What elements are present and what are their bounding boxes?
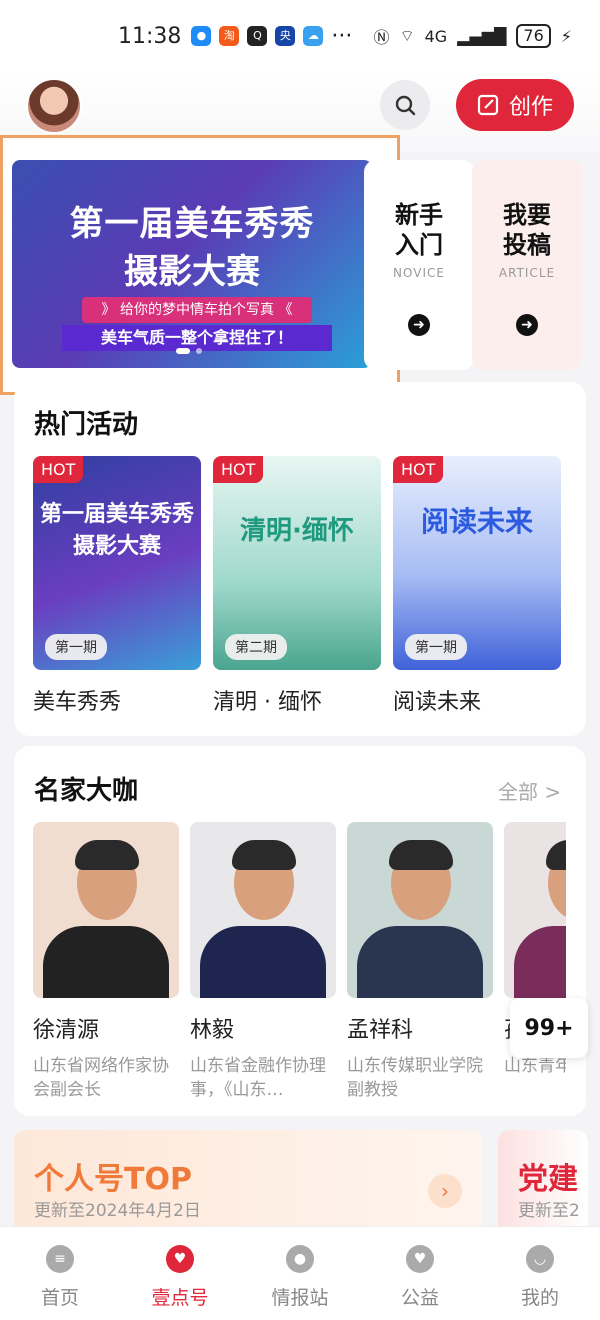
novice-title: 新手 入门 xyxy=(395,201,443,259)
party-building-card[interactable]: 党建 更新至2 xyxy=(498,1130,588,1240)
nav-home[interactable]: ≡ 首页 xyxy=(0,1227,120,1320)
wifi-icon: ⌔ xyxy=(399,26,415,45)
arrow-right-icon: ➜ xyxy=(516,314,538,336)
nav-label: 我的 xyxy=(520,1287,559,1309)
episode-badge: 第一期 xyxy=(45,634,107,660)
carousel-dot-active xyxy=(176,348,190,354)
unread-count-badge[interactable]: 99+ xyxy=(510,998,588,1058)
weather-app-icon: ☁ xyxy=(303,26,324,46)
nav-profile[interactable]: ◡ 我的 xyxy=(480,1227,600,1320)
activity-name: 美车秀秀 xyxy=(33,690,122,715)
carousel-dot xyxy=(196,348,202,354)
episode-badge: 第二期 xyxy=(225,634,287,660)
expert-desc: 山东省金融作协理事，《山东… xyxy=(190,1056,326,1100)
nav-label: 首页 xyxy=(40,1287,79,1309)
expert-desc: 山东传媒职业学院副教授 xyxy=(347,1056,483,1100)
activity-card-reading[interactable]: 阅读未来 HOT 第一期 阅读未来 xyxy=(393,456,561,716)
episode-badge: 第一期 xyxy=(405,634,467,660)
status-time: 11:38 xyxy=(118,23,182,49)
activity-card-car[interactable]: 第一届美车秀秀 摄影大赛 HOT 第一期 美车秀秀 xyxy=(33,456,201,716)
activity-name: 阅读未来 xyxy=(393,690,482,715)
article-subtitle: ARTICLE xyxy=(498,266,556,280)
expert-name: 徐清源 xyxy=(33,1018,100,1043)
banner-carousel[interactable]: 第一届美车秀秀 摄影大赛 》 给你的梦中情车拍个写真 《 美车气质一整个拿捏住了… xyxy=(12,160,372,368)
activity-name: 清明 · 缅怀 xyxy=(213,690,322,715)
party-building-subtitle: 更新至2 xyxy=(518,1201,580,1221)
view-all-experts-link[interactable]: 全部 > xyxy=(498,776,561,805)
search-button[interactable] xyxy=(380,80,430,130)
expert-card[interactable]: 孟祥科 山东传媒职业学院副教授 xyxy=(347,822,493,1102)
expert-photo xyxy=(504,822,566,998)
banner-title-line1: 第一届美车秀秀 xyxy=(69,204,315,244)
party-building-title: 党建 xyxy=(518,1162,578,1197)
expert-card[interactable]: 徐清源 山东省网络作家协会副会长 xyxy=(33,822,179,1102)
nav-intel-station[interactable]: ● 情报站 xyxy=(240,1227,360,1320)
article-entry[interactable]: 我要 投稿 ARTICLE ➜ xyxy=(472,160,582,370)
qq-app-icon: Q xyxy=(247,26,268,46)
taobao-app-icon: 淘 xyxy=(219,26,240,46)
hot-badge: HOT xyxy=(213,456,264,483)
nfc-icon: Ⓝ xyxy=(373,28,390,47)
experts-title: 名家大咖 xyxy=(34,776,139,806)
nav-yidianhao[interactable]: ♥ 壹点号 xyxy=(120,1227,240,1320)
nav-label: 情报站 xyxy=(271,1287,329,1309)
expert-photo xyxy=(190,822,336,998)
personal-top-card[interactable]: 个人号TOP 更新至2024年4月2日 › xyxy=(14,1130,482,1240)
battery-level: 76 xyxy=(516,24,551,48)
activity-image-text: 清明·缅怀 xyxy=(240,516,354,546)
hot-badge: HOT xyxy=(393,456,444,483)
activity-image: 阅读未来 HOT 第一期 xyxy=(393,456,561,670)
banner-title-line2: 摄影大赛 xyxy=(124,252,260,292)
banner-tagline1: 》 给你的梦中情车拍个写真 《 xyxy=(82,297,312,323)
activity-image-text: 阅读未来 xyxy=(420,505,533,538)
edit-icon xyxy=(477,94,499,116)
activity-image: 清明·缅怀 HOT 第二期 xyxy=(213,456,381,670)
status-bar: 11:38 ● 淘 Q 央 ☁ ··· Ⓝ ⌔ 4G ▂▄▆█ 76 ⚡ xyxy=(0,0,600,72)
hot-activities-title: 热门活动 xyxy=(34,410,139,440)
article-title: 我要 投稿 xyxy=(503,201,551,259)
network-type: 4G xyxy=(424,26,448,46)
expert-desc: 山东省网络作家协会副会长 xyxy=(33,1056,169,1100)
news-app-icon: 央 xyxy=(275,26,296,46)
bottom-nav: ≡ 首页 ♥ 壹点号 ● 情报站 ♥ 公益 ◡ 我的 xyxy=(0,1226,600,1320)
charging-icon: ⚡ xyxy=(560,26,572,46)
nav-label: 公益 xyxy=(400,1287,439,1309)
activity-card-qingming[interactable]: 清明·缅怀 HOT 第二期 清明 · 缅怀 xyxy=(213,456,381,716)
message-app-icon: ● xyxy=(191,26,212,46)
personal-top-subtitle: 更新至2024年4月2日 xyxy=(34,1201,201,1221)
nav-label: 壹点号 xyxy=(151,1287,209,1309)
create-button[interactable]: 创作 xyxy=(456,79,574,131)
signal-icon: ▂▄▆█ xyxy=(457,26,507,46)
search-icon xyxy=(395,95,416,116)
profile-icon: ◡ xyxy=(526,1245,554,1273)
arrow-right-icon: ➜ xyxy=(408,314,430,336)
expert-photo xyxy=(33,822,179,998)
expert-photo xyxy=(347,822,493,998)
carousel-dots xyxy=(176,348,202,354)
activity-image-text: 第一届美车秀秀 摄影大赛 xyxy=(39,502,194,559)
home-icon: ≡ xyxy=(46,1245,74,1273)
more-notifications-icon: ··· xyxy=(331,23,353,49)
hot-badge: HOT xyxy=(33,456,84,483)
expert-name: 林毅 xyxy=(190,1018,235,1043)
yidianhao-icon: ♥ xyxy=(166,1245,194,1273)
create-label: 创作 xyxy=(508,95,553,120)
user-avatar[interactable] xyxy=(26,78,82,134)
expert-card[interactable]: 林毅 山东省金融作协理事，《山东… xyxy=(190,822,336,1102)
personal-top-title: 个人号TOP xyxy=(34,1162,192,1197)
novice-entry[interactable]: 新手 入门 NOVICE ➜ xyxy=(364,160,474,370)
chevron-right-icon[interactable]: › xyxy=(428,1174,462,1208)
expert-name: 孟祥科 xyxy=(347,1018,414,1043)
activity-image: 第一届美车秀秀 摄影大赛 HOT 第一期 xyxy=(33,456,201,670)
novice-subtitle: NOVICE xyxy=(393,266,445,280)
intel-station-icon: ● xyxy=(286,1245,314,1273)
heart-icon: ♥ xyxy=(406,1245,434,1273)
nav-charity[interactable]: ♥ 公益 xyxy=(360,1227,480,1320)
